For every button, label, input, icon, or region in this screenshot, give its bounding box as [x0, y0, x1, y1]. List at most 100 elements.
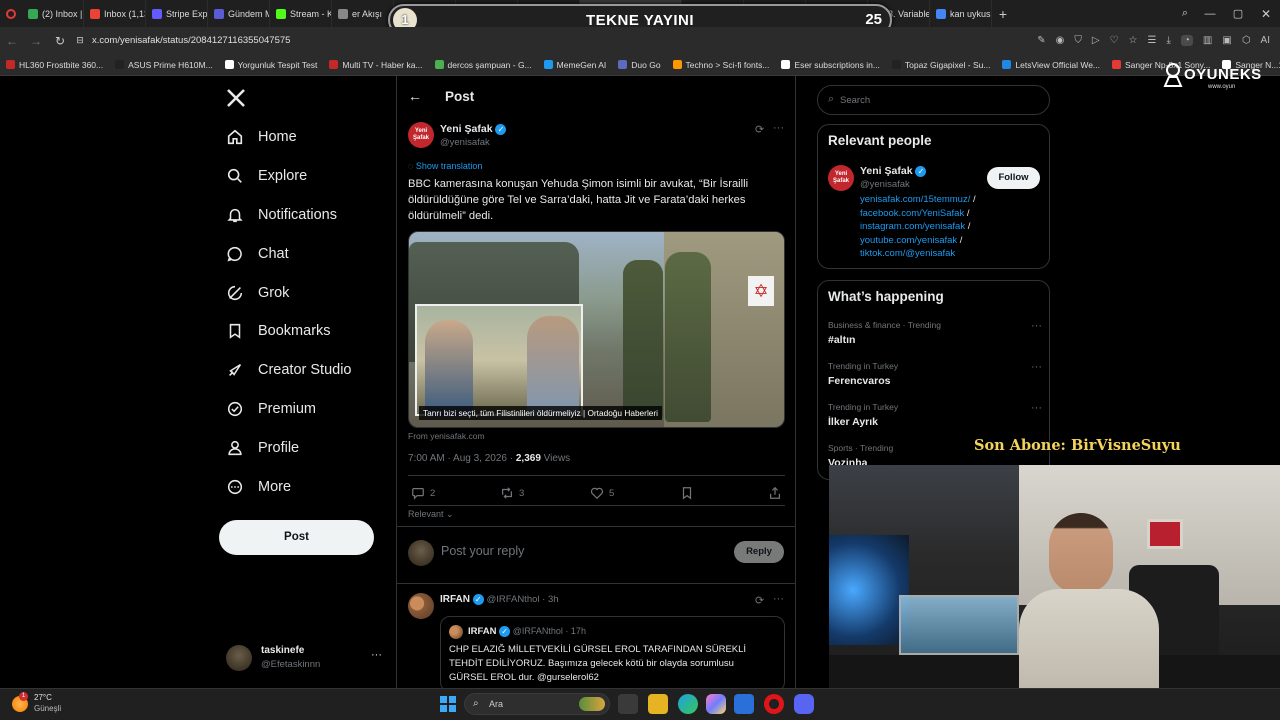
bio-link[interactable]: tiktok.com/@yenisafak	[860, 248, 955, 259]
new-tab-button[interactable]: +	[992, 6, 1014, 22]
minimize-button[interactable]: —	[1196, 8, 1224, 20]
repost-action[interactable]: 3	[500, 486, 524, 500]
search-box[interactable]: ⌕ Search	[817, 85, 1050, 115]
follow-button[interactable]: Follow	[987, 167, 1040, 189]
taskbar-search[interactable]: ⌕ Ara	[464, 693, 610, 715]
grok-icon[interactable]: ⟳	[755, 123, 764, 136]
browser-tab[interactable]: Stripe Express	[146, 0, 208, 27]
like-action[interactable]: 5	[590, 486, 614, 500]
trend-item[interactable]: Trending in Turkey Ferencvaros ···	[828, 361, 1042, 387]
share-action[interactable]	[768, 486, 782, 500]
author-avatar[interactable]: Yeni Şafak	[408, 122, 434, 148]
trend-more-icon[interactable]: ···	[1031, 320, 1042, 332]
author-name[interactable]: Yeni Şafak ✓	[440, 123, 507, 135]
maximize-button[interactable]: ▢	[1224, 7, 1252, 20]
reply-input[interactable]: Post your reply	[441, 544, 524, 558]
reply-grok-icon[interactable]: ⟳	[755, 594, 764, 607]
profile-icon[interactable]: ◔	[1180, 35, 1193, 46]
bookmark-item[interactable]: MemeGen AI	[538, 60, 613, 70]
file-explorer-icon[interactable]	[648, 694, 668, 714]
nav-notifications[interactable]: Notifications	[226, 202, 337, 228]
store-icon[interactable]	[734, 694, 754, 714]
post-timestamp[interactable]: 7:00 AM · Aug 3, 2026 ·	[408, 453, 516, 464]
wallet-icon[interactable]: ▣	[1222, 35, 1231, 46]
nav-bookmarks[interactable]: Bookmarks	[226, 318, 331, 344]
bookmark-item[interactable]: Multi TV - Haber ka...	[323, 60, 428, 70]
back-arrow-icon[interactable]: ←	[408, 88, 422, 104]
source-link[interactable]: From yenisafak.com	[408, 431, 485, 441]
trend-item[interactable]: Trending in Turkey İlker Ayrık ···	[828, 402, 1042, 428]
opera-icon[interactable]	[764, 694, 784, 714]
bookmark-item[interactable]: ASUS Prime H610M...	[109, 60, 219, 70]
sort-dropdown[interactable]: Relevant ⌄	[408, 509, 454, 520]
tab-search-icon[interactable]: ⌕	[1174, 7, 1196, 20]
browser-tab[interactable]: Stream - Kick	[270, 0, 332, 27]
nav-profile[interactable]: Profile	[226, 435, 299, 461]
url-field[interactable]: x.com/yenisafak/status/20841271163550475…	[92, 35, 290, 46]
cube-icon[interactable]: ⬡	[1242, 35, 1251, 46]
play-icon[interactable]: ▷	[1092, 35, 1100, 46]
bookmark-item[interactable]: dercos şampuan - G...	[429, 60, 538, 70]
browser-tab[interactable]: kan uykusu be	[930, 0, 992, 27]
post-more-icon[interactable]: ···	[773, 122, 784, 134]
bio-link[interactable]: instagram.com/yenisafak	[860, 221, 965, 232]
camera-icon[interactable]: ◉	[1056, 35, 1065, 46]
trend-item[interactable]: Business & finance · Trending #altın ···	[828, 320, 1042, 346]
post-media[interactable]: ✡ Tanrı bizi seçti, tüm Filistinlileri ö…	[408, 231, 785, 428]
edge-icon[interactable]	[678, 694, 698, 714]
nav-more[interactable]: More	[226, 474, 291, 500]
bookmark-item[interactable]: Duo Go	[612, 60, 666, 70]
show-translation-link[interactable]: ◌ Show translation	[408, 161, 482, 171]
extension-icon[interactable]: ▥	[1203, 35, 1212, 46]
bookmark-action[interactable]	[680, 486, 694, 500]
account-switcher[interactable]: taskinefe @Efetaskinnn ···	[226, 643, 386, 673]
nav-home[interactable]: Home	[226, 124, 297, 150]
author-handle[interactable]: @yenisafak	[440, 137, 490, 148]
bookmark-item[interactable]: Yorgunluk Tespit Test	[219, 60, 324, 70]
bookmark-item[interactable]: Techno > Sci-fi fonts...	[667, 60, 776, 70]
x-logo[interactable]	[226, 88, 246, 108]
site-info-icon[interactable]: ⊟	[72, 35, 88, 46]
bio-link[interactable]: yenisafak.com/15temmuz/	[860, 194, 970, 205]
nav-explore[interactable]: Explore	[226, 163, 307, 189]
copilot-icon[interactable]	[706, 694, 726, 714]
reload-icon[interactable]: ↻	[48, 34, 72, 48]
shield-icon[interactable]: ⛉	[1074, 35, 1082, 46]
weather-widget[interactable]: 1 27°C Güneşli	[12, 692, 102, 716]
reply-author[interactable]: IRFAN ✓ @IRFANthol · 3h	[440, 594, 559, 605]
browser-tab[interactable]: (2) Inbox | Ma	[22, 0, 84, 27]
heart-icon[interactable]: ♡	[1110, 35, 1119, 46]
more-dots-icon[interactable]: ···	[371, 649, 382, 661]
browser-tab[interactable]: Gündem Mot	[208, 0, 270, 27]
bio-link[interactable]: facebook.com/YeniSafak	[860, 208, 964, 219]
download-icon[interactable]: ⤓	[1166, 35, 1170, 46]
post-button[interactable]: Post	[219, 520, 374, 555]
nav-grok[interactable]: Grok	[226, 280, 289, 306]
start-button[interactable]	[440, 696, 456, 712]
person-avatar[interactable]: Yeni Şafak	[828, 165, 854, 191]
reply-more-icon[interactable]: ···	[773, 593, 784, 605]
back-icon[interactable]: ←	[0, 34, 24, 48]
browser-tab[interactable]: er Akışı	[332, 0, 394, 27]
browser-menu-icon[interactable]	[0, 0, 22, 27]
reply-action[interactable]: 2	[411, 486, 435, 500]
discord-icon[interactable]	[794, 694, 814, 714]
close-window-button[interactable]: ✕	[1252, 7, 1280, 21]
task-view-icon[interactable]	[618, 694, 638, 714]
trend-more-icon[interactable]: ···	[1031, 402, 1042, 414]
bookmark-star-icon[interactable]: ☆	[1129, 35, 1138, 46]
bookmark-item[interactable]: HL360 Frostbite 360...	[0, 60, 109, 70]
browser-tab[interactable]: Inbox (1,130)	[84, 0, 146, 27]
bookmark-item[interactable]: Eser subscriptions in...	[775, 60, 886, 70]
ai-icon[interactable]: AI	[1261, 35, 1270, 46]
nav-chat[interactable]: Chat	[226, 241, 289, 267]
trend-more-icon[interactable]: ···	[1031, 361, 1042, 373]
bookmark-item[interactable]: Topaz Gigapixel - Su...	[886, 60, 997, 70]
nav-creator-studio[interactable]: Creator Studio	[226, 357, 352, 383]
quoted-post[interactable]: IRFAN ✓ @IRFANthol · 17h CHP ELAZIĞ MİLL…	[440, 616, 785, 692]
forward-icon[interactable]: →	[24, 34, 48, 48]
person-name[interactable]: Yeni Şafak ✓	[860, 165, 927, 177]
bio-link[interactable]: youtube.com/yenisafak	[860, 235, 957, 246]
menu-icon[interactable]: ☰	[1147, 35, 1156, 46]
reply-button[interactable]: Reply	[734, 541, 784, 563]
